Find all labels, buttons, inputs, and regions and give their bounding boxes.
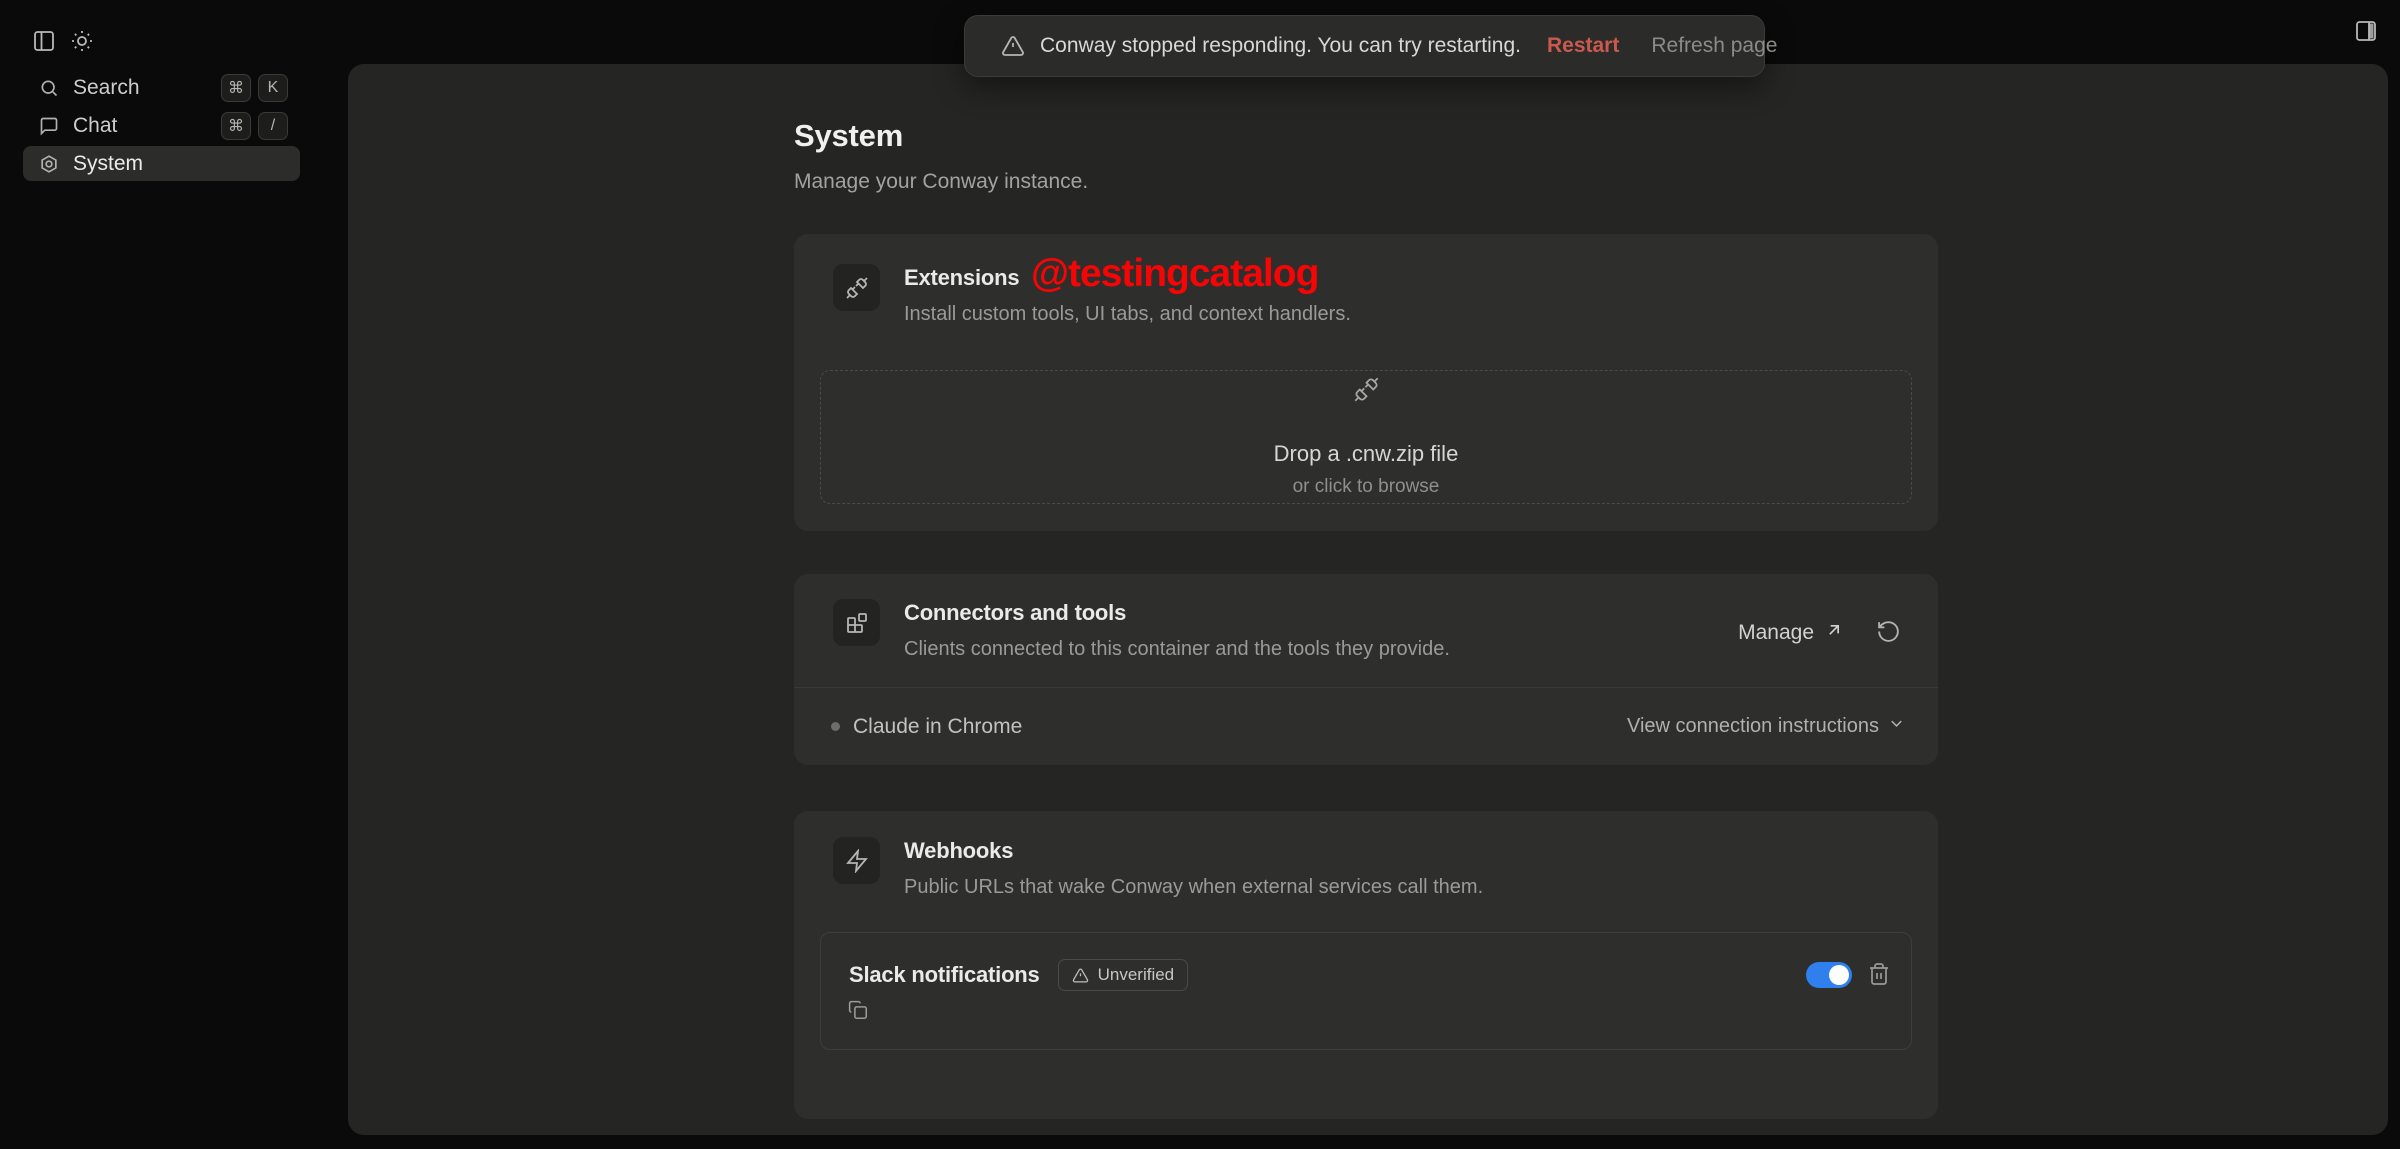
panel-right-icon: [2354, 19, 2378, 46]
extensions-card-header: Extensions @testingcatalog Install custo…: [794, 234, 1938, 326]
sidebar-item-label: Search: [73, 76, 221, 100]
shortcut-keys: ⌘ /: [221, 112, 288, 140]
error-toast: Conway stopped responding. You can try r…: [964, 15, 1765, 77]
connectors-description: Clients connected to this container and …: [904, 637, 1450, 661]
rotate-ccw-icon: [1876, 619, 1901, 647]
keycap-cmd: ⌘: [221, 74, 251, 102]
system-page: System Manage your Conway instance. Exte…: [794, 64, 1938, 1119]
manage-button[interactable]: Manage: [1738, 620, 1844, 646]
zap-icon: [833, 837, 880, 884]
sidebar-toggle-button[interactable]: [26, 24, 62, 60]
webhook-name: Slack notifications: [849, 962, 1040, 988]
chevron-down-icon: [1887, 714, 1906, 739]
search-icon: [39, 78, 59, 98]
chat-icon: [39, 116, 59, 136]
app-window: Search ⌘ K Chat ⌘ / System: [0, 0, 2400, 1149]
right-panel-toggle-button[interactable]: [2348, 14, 2384, 50]
annotation-testingcatalog: @testingcatalog: [1031, 252, 1318, 296]
toast-message: Conway stopped responding. You can try r…: [1040, 34, 1521, 58]
unplug-icon: [833, 264, 880, 311]
webhooks-title: Webhooks: [904, 837, 1483, 865]
sidebar-item-search[interactable]: Search ⌘ K: [23, 70, 300, 105]
sidebar-item-chat[interactable]: Chat ⌘ /: [23, 108, 300, 143]
copy-icon: [847, 999, 868, 1023]
manage-label: Manage: [1738, 621, 1814, 645]
connectors-title: Connectors and tools: [904, 599, 1450, 627]
connectors-card-text: Connectors and tools Clients connected t…: [904, 599, 1450, 661]
toggle-knob: [1829, 965, 1849, 985]
connectors-card: Connectors and tools Clients connected t…: [794, 574, 1938, 765]
page-title: System: [794, 118, 1938, 154]
connector-name: Claude in Chrome: [853, 715, 1022, 739]
connectors-actions: Manage: [1738, 605, 1901, 661]
delete-webhook-button[interactable]: [1867, 962, 1891, 989]
restart-button[interactable]: Restart: [1547, 34, 1619, 58]
unplug-icon: [1353, 376, 1380, 403]
webhooks-description: Public URLs that wake Conway when extern…: [904, 875, 1483, 899]
badge-label: Unverified: [1098, 965, 1175, 985]
warning-icon: [1001, 34, 1025, 58]
warning-icon: [1072, 967, 1089, 984]
webhook-controls: [1806, 962, 1891, 989]
sun-icon: [70, 29, 94, 56]
page-subtitle: Manage your Conway instance.: [794, 170, 1938, 194]
view-instructions-label: View connection instructions: [1627, 715, 1879, 738]
view-connection-instructions-button[interactable]: View connection instructions: [1627, 714, 1906, 739]
webhook-enabled-toggle[interactable]: [1806, 962, 1852, 988]
shortcut-keys: ⌘ K: [221, 74, 288, 102]
keycap-slash: /: [258, 112, 288, 140]
extensions-card-text: Extensions @testingcatalog Install custo…: [904, 264, 1351, 326]
extensions-description: Install custom tools, UI tabs, and conte…: [904, 302, 1351, 326]
dropzone-secondary-text: or click to browse: [1293, 476, 1440, 498]
extensions-card: Extensions @testingcatalog Install custo…: [794, 234, 1938, 531]
keycap-k: K: [258, 74, 288, 102]
connector-row-claude-in-chrome: Claude in Chrome View connection instruc…: [794, 687, 1938, 765]
blocks-icon: [833, 599, 880, 646]
main-panel: System Manage your Conway instance. Exte…: [348, 64, 2388, 1135]
refresh-page-button[interactable]: Refresh page: [1651, 34, 1777, 58]
webhooks-card: Webhooks Public URLs that wake Conway wh…: [794, 811, 1938, 1119]
copy-webhook-url-button[interactable]: [847, 999, 868, 1023]
panel-left-icon: [32, 29, 56, 56]
theme-toggle-button[interactable]: [64, 24, 100, 60]
webhooks-card-header: Webhooks Public URLs that wake Conway wh…: [794, 811, 1938, 899]
webhook-row-slack: Slack notifications Unverified: [820, 932, 1912, 1050]
refresh-connectors-button[interactable]: [1876, 619, 1901, 647]
sidebar-item-label: Chat: [73, 114, 221, 138]
trash-icon: [1867, 962, 1891, 989]
keycap-cmd: ⌘: [221, 112, 251, 140]
connectors-card-header: Connectors and tools Clients connected t…: [794, 574, 1938, 661]
arrow-up-right-icon: [1824, 620, 1844, 646]
sidebar-item-system[interactable]: System: [23, 146, 300, 181]
unverified-badge: Unverified: [1058, 959, 1189, 991]
system-icon: [39, 154, 59, 174]
sidebar-item-label: System: [73, 152, 288, 176]
dropzone-primary-text: Drop a .cnw.zip file: [1274, 441, 1459, 467]
status-dot-icon: [831, 722, 840, 731]
webhooks-card-text: Webhooks Public URLs that wake Conway wh…: [904, 837, 1483, 899]
extension-dropzone[interactable]: Drop a .cnw.zip file or click to browse: [820, 370, 1912, 504]
webhook-row-top: Slack notifications Unverified: [821, 933, 1911, 991]
sidebar: Search ⌘ K Chat ⌘ / System: [23, 70, 300, 184]
